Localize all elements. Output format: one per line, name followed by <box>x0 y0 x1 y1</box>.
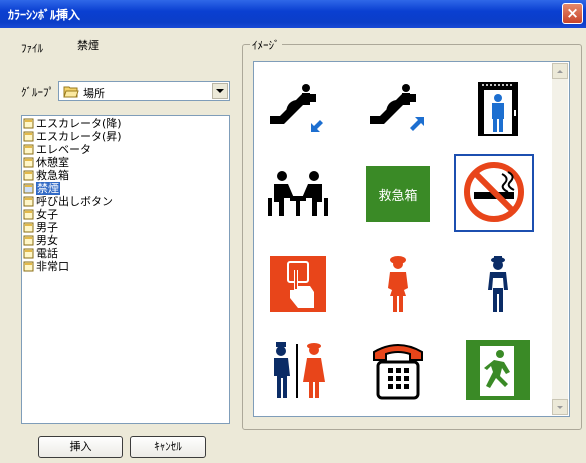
dialog-window: ｶﾗｰｼﾝﾎﾞﾙ挿入 × ﾌｧｲﾙ 禁煙 ｸﾞﾙｰﾌﾟ 場所 エスカレータ(降)… <box>0 0 586 463</box>
list-item-label: 呼び出しボタン <box>36 195 113 208</box>
dropdown-arrow-button[interactable] <box>212 83 228 99</box>
file-icon <box>23 157 35 168</box>
file-icon <box>23 235 35 246</box>
open-folder-icon <box>63 85 79 101</box>
no-smoking-symbol[interactable] <box>454 154 534 232</box>
escalator-down-symbol[interactable] <box>258 70 338 148</box>
first-aid-box-icon: 救急箱 <box>366 166 430 222</box>
elevator-symbol[interactable] <box>458 70 538 148</box>
symbol-list[interactable]: エスカレータ(降) エスカレータ(昇) エレベータ 休憩室 救急箱 禁煙 呼び出しボタン 女子… <box>21 115 230 424</box>
female-icon <box>388 256 408 312</box>
list-item-label: 男子 <box>36 221 58 234</box>
list-item[interactable]: 呼び出しボタン <box>22 195 229 208</box>
list-item-label: 女子 <box>36 208 58 221</box>
image-group-label: ｲﾒｰｼﾞ <box>250 37 282 53</box>
list-item[interactable]: 休憩室 <box>22 156 229 169</box>
rest-room-symbol[interactable] <box>258 156 338 234</box>
file-icon <box>23 144 35 155</box>
list-item-label: 救急箱 <box>36 169 69 182</box>
file-icon <box>23 170 35 181</box>
scroll-up-button[interactable] <box>552 63 568 79</box>
male-female-symbol[interactable] <box>258 332 338 410</box>
chevron-down-icon <box>216 89 224 93</box>
list-item-label: 男女 <box>36 234 58 247</box>
no-smoking-icon <box>464 162 524 222</box>
scroll-down-button[interactable] <box>552 399 568 415</box>
chevron-up-icon <box>557 69 563 73</box>
list-item-label: 休憩室 <box>36 156 69 169</box>
file-icon <box>23 196 35 207</box>
chevron-down-icon <box>557 405 563 409</box>
list-item[interactable]: エスカレータ(昇) <box>22 130 229 143</box>
rest-room-icon <box>268 171 328 216</box>
first-aid-text: 救急箱 <box>378 188 417 204</box>
close-button[interactable]: × <box>562 3 583 24</box>
male-symbol[interactable] <box>458 246 538 324</box>
file-icon <box>23 183 35 194</box>
call-button-symbol[interactable] <box>258 246 338 324</box>
file-icon <box>23 209 35 220</box>
title-bar[interactable]: ｶﾗｰｼﾝﾎﾞﾙ挿入 × <box>0 0 586 28</box>
file-name-field: 禁煙 <box>74 37 136 55</box>
male-icon <box>488 256 508 312</box>
call-button-icon <box>270 256 326 312</box>
telephone-symbol[interactable] <box>358 332 438 410</box>
list-item[interactable]: 救急箱 <box>22 169 229 182</box>
list-item[interactable]: 電話 <box>22 247 229 260</box>
list-item[interactable]: 禁煙 <box>22 182 229 195</box>
list-item-label: 禁煙 <box>36 182 60 195</box>
group-select[interactable]: 場所 <box>58 81 230 101</box>
female-symbol[interactable] <box>358 246 438 324</box>
file-label: ﾌｧｲﾙ <box>21 42 43 55</box>
elevator-icon <box>478 82 518 136</box>
list-item-label: エスカレータ(降) <box>36 117 122 130</box>
list-item[interactable]: 非常口 <box>22 260 229 273</box>
gallery-scrollbar[interactable] <box>552 63 568 415</box>
group-label: ｸﾞﾙｰﾌﾟ <box>21 86 54 99</box>
escalator-down-icon <box>270 84 323 132</box>
list-item[interactable]: 男女 <box>22 234 229 247</box>
first-aid-box-symbol[interactable]: 救急箱 <box>358 156 438 234</box>
window-title: ｶﾗｰｼﾝﾎﾞﾙ挿入 <box>8 8 81 22</box>
cancel-button[interactable]: ｷｬﾝｾﾙ <box>130 436 206 458</box>
symbol-gallery[interactable]: 救急箱 <box>253 61 570 417</box>
telephone-icon <box>373 344 423 400</box>
list-item-label: 電話 <box>36 247 58 260</box>
emergency-exit-icon <box>466 340 530 400</box>
file-icon <box>23 222 35 233</box>
insert-button[interactable]: 挿入 <box>38 436 123 458</box>
list-item[interactable]: エレベータ <box>22 143 229 156</box>
list-item[interactable]: 男子 <box>22 221 229 234</box>
file-icon <box>23 118 35 129</box>
list-item-label: 非常口 <box>36 260 69 273</box>
group-select-value: 場所 <box>83 87 105 100</box>
male-female-icon <box>274 342 325 398</box>
list-item[interactable]: 女子 <box>22 208 229 221</box>
escalator-up-symbol[interactable] <box>358 70 438 148</box>
list-item[interactable]: エスカレータ(降) <box>22 117 229 130</box>
escalator-up-icon <box>370 84 424 131</box>
emergency-exit-symbol[interactable] <box>458 332 538 410</box>
file-icon <box>23 248 35 259</box>
list-item-label: エスカレータ(昇) <box>36 130 122 143</box>
file-icon <box>23 131 35 142</box>
list-item-label: エレベータ <box>36 143 91 156</box>
file-icon <box>23 261 35 272</box>
